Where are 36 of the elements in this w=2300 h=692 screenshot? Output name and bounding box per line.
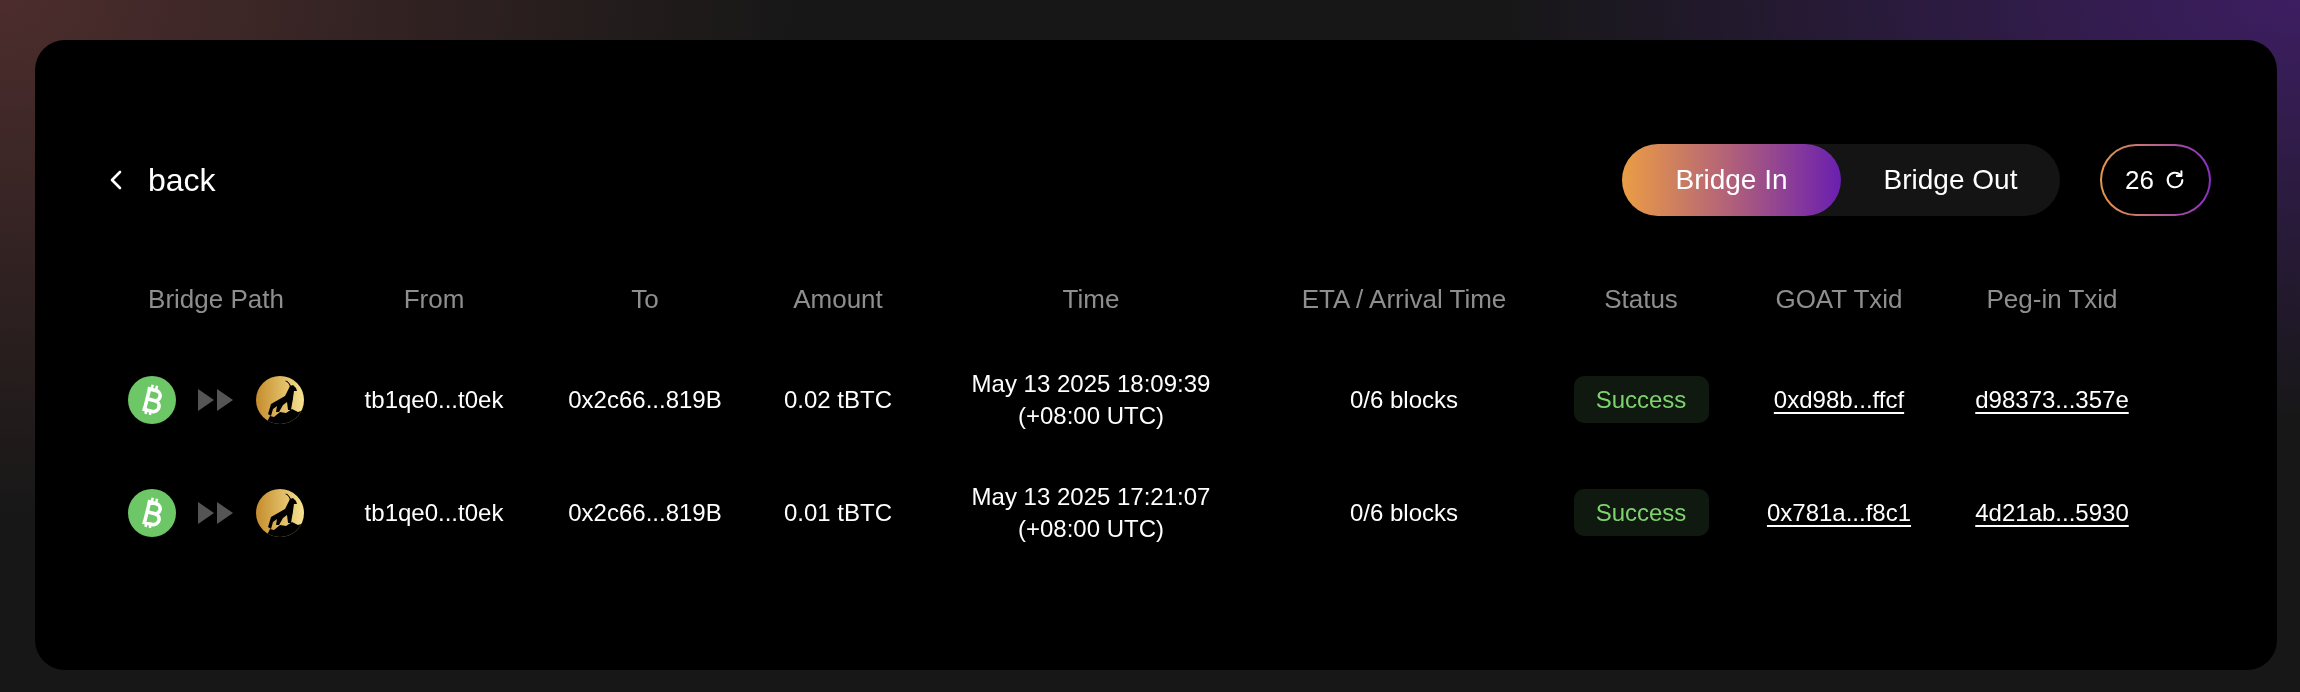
status-badge: Success: [1573, 376, 1709, 423]
table-cell: tb1qe0...t0ek: [364, 385, 504, 414]
table-cell-text: May 13 2025 18:09:39 (+08:00 UTC): [970, 368, 1212, 431]
table-cell: 0x2c66...819B: [568, 498, 722, 527]
table-cell: 0x2c66...819B: [568, 385, 722, 414]
bitcoin-icon: [128, 488, 176, 537]
column-header: Bridge Path: [148, 283, 284, 315]
column-header: To: [631, 283, 659, 315]
column-header: ETA / Arrival Time: [1301, 283, 1507, 315]
txid-link[interactable]: 0x781a...f8c1: [1766, 498, 1912, 527]
goat-coin-icon: [256, 488, 304, 537]
column-header: Amount: [793, 283, 883, 315]
table-cell: 0/6 blocks: [1349, 498, 1459, 527]
fast-forward-icon: [198, 388, 234, 411]
column-header: GOAT Txid: [1775, 283, 1903, 315]
column-header: Status: [1604, 283, 1678, 315]
bitcoin-icon: [128, 375, 176, 424]
column-header: From: [403, 283, 465, 315]
txid-link[interactable]: d98373...357e: [1975, 385, 2129, 414]
txid-link[interactable]: 4d21ab...5930: [1975, 498, 2129, 527]
table-cell: tb1qe0...t0ek: [364, 498, 504, 527]
mode-tab[interactable]: Bridge In: [1622, 144, 1841, 216]
column-header: Time: [1062, 283, 1120, 315]
fast-forward-icon: [198, 501, 234, 524]
table-cell: 0/6 blocks: [1349, 385, 1459, 414]
back-link[interactable]: back: [110, 161, 216, 199]
table-cell: 0.01 tBTC: [783, 498, 892, 527]
table-cell: 0.02 tBTC: [783, 385, 892, 414]
refresh-button[interactable]: 26: [2100, 144, 2211, 216]
goat-coin-icon: [256, 375, 304, 424]
mode-tab[interactable]: Bridge Out: [1841, 144, 2060, 216]
status-badge: Success: [1573, 489, 1709, 536]
chevron-left-icon: [110, 170, 122, 190]
txid-link[interactable]: 0xd98b...ffcf: [1773, 385, 1905, 414]
column-header: Peg-in Txid: [1986, 283, 2118, 315]
table-cell-text: May 13 2025 17:21:07 (+08:00 UTC): [970, 481, 1212, 544]
